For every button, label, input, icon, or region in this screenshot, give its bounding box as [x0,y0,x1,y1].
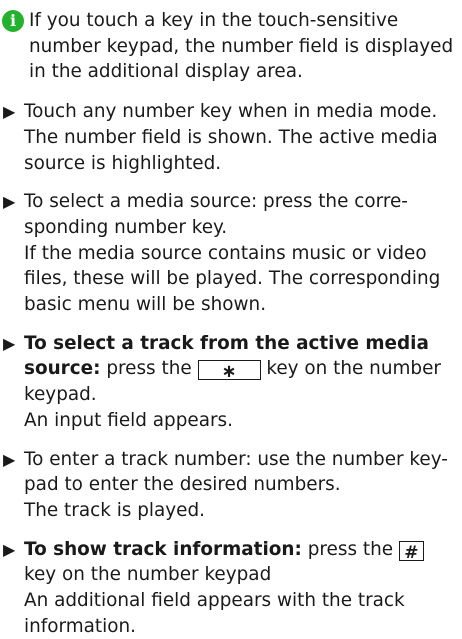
step-line: The number field is shown. The active me… [24,126,438,148]
step-line: sponding number key. [24,216,228,238]
note-line: in the additional display area. [29,61,303,83]
note-line: number keypad, the number field is displ… [29,35,454,57]
bullet-arrow-icon: ▶ [3,539,16,559]
step-line: information. [24,615,136,637]
info-icon: i [2,10,24,32]
step-line: The track is played. [24,499,206,521]
step-text: press the [100,358,198,380]
step-line: source: press the ∗ key on the number [24,356,454,382]
step-line: key on the number keypad [24,564,272,586]
step-line: To show track information: press the # [24,537,454,563]
bullet-arrow-icon: ▶ [3,449,16,469]
step-line: To enter a track number: use the number … [24,448,448,470]
step-enter-track-number: ▶ To enter a track number: use the numbe… [2,447,454,524]
step-text: press the [301,538,399,560]
bullet-arrow-icon: ▶ [3,333,16,353]
step-show-track-info: ▶ To show track information: press the #… [2,537,454,639]
step-line: keypad. [24,384,97,406]
bullet-arrow-icon: ▶ [3,192,16,212]
step-line: source is highlighted. [24,152,222,174]
step-line: pad to enter the desired numbers. [24,474,341,496]
note-line: If you touch a key in the touch-sensitiv… [29,10,399,31]
step-line: An input field appears. [24,409,233,431]
hash-key: # [398,540,424,563]
step-line: Touch any number key when in media mode. [24,101,438,123]
step-line: files, these will be played. The corresp… [24,268,441,290]
step-text: key on the number [260,358,441,380]
step-touch-number-key: ▶ Touch any number key when in media mod… [2,99,454,176]
step-line: basic menu will be shown. [24,294,267,316]
step-heading: source: [24,358,101,380]
step-line: If the media source contains music or vi… [24,242,427,264]
step-select-media-source: ▶ To select a media source: press the co… [2,189,454,318]
step-line: An additional field appears with the tra… [24,590,405,612]
star-key: ∗ [197,360,261,382]
step-heading: To show track information: [24,538,302,560]
info-note: i If you touch a key in the touch-sensit… [2,8,454,85]
bullet-arrow-icon: ▶ [3,102,16,122]
step-heading: To select a track from the active media [24,332,429,354]
step-select-track: ▶ To select a track from the active medi… [2,331,454,434]
step-line: To select a media source: press the corr… [24,191,408,213]
manual-page: i If you touch a key in the touch-sensit… [0,0,462,637]
